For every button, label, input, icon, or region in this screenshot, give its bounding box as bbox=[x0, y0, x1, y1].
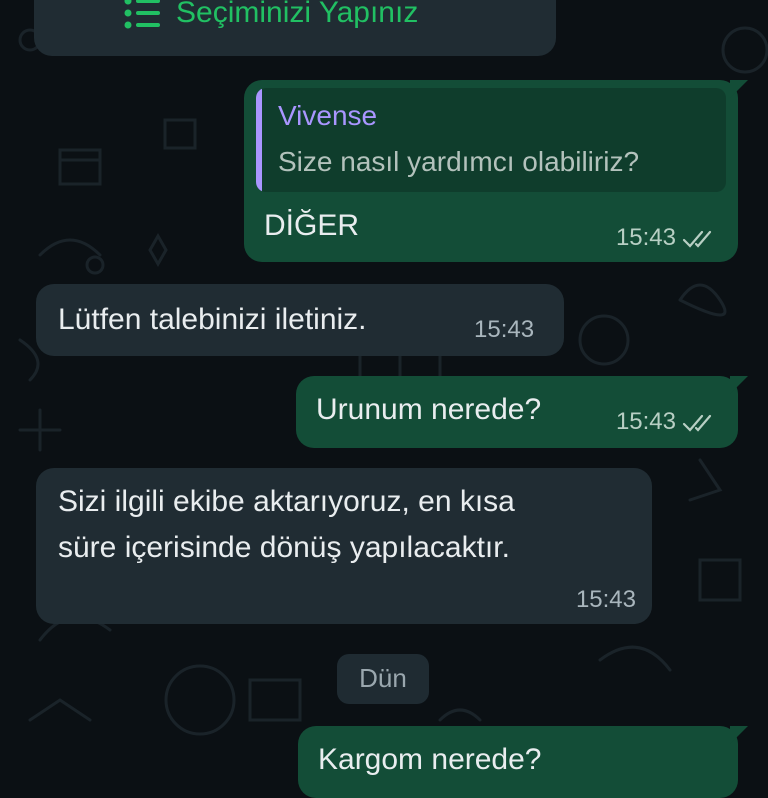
day-separator: Dün bbox=[337, 654, 429, 704]
message-text-line-2: süre içerisinde dönüş yapılacaktır. bbox=[58, 531, 510, 564]
selection-list-button[interactable]: Seçiminizi Yapınız bbox=[34, 0, 556, 56]
message-outgoing[interactable]: Kargom nerede? bbox=[298, 726, 748, 798]
quoted-message[interactable]: Vivense Size nasıl yardımcı olabiliriz? bbox=[256, 88, 726, 192]
read-ticks-icon bbox=[682, 230, 712, 248]
bubble-tail bbox=[730, 376, 748, 394]
message-time: 15:43 bbox=[616, 224, 716, 252]
message-outgoing[interactable]: Urunum nerede? 15:43 bbox=[296, 376, 748, 448]
message-text-line-1: Sizi ilgili ekibe aktarıyoruz, en kısa bbox=[58, 485, 515, 518]
message-incoming[interactable]: Lütfen talebinizi iletiniz. 15:43 bbox=[36, 284, 564, 356]
list-icon bbox=[124, 0, 160, 29]
bubble-tail bbox=[730, 80, 748, 98]
bubble-tail bbox=[730, 726, 748, 744]
message-time: 15:43 bbox=[616, 408, 716, 436]
message-text: Lütfen talebinizi iletiniz. bbox=[58, 303, 367, 336]
message-text: DİĞER bbox=[264, 209, 360, 242]
quote-text: Size nasıl yardımcı olabiliriz? bbox=[278, 146, 640, 177]
message-text: Kargom nerede? bbox=[318, 743, 542, 776]
message-time-label: 15:43 bbox=[615, 224, 676, 251]
read-ticks-icon bbox=[682, 414, 712, 432]
quote-sender-name: Vivense bbox=[278, 100, 378, 131]
message-time: 15:43 bbox=[575, 586, 636, 613]
message-outgoing-reply[interactable]: Vivense Size nasıl yardımcı olabiliriz? … bbox=[244, 80, 748, 262]
selection-list-label: Seçiminizi Yapınız bbox=[176, 0, 419, 29]
day-separator-label: Dün bbox=[359, 663, 407, 693]
message-incoming-multiline[interactable]: Sizi ilgili ekibe aktarıyoruz, en kısa s… bbox=[36, 468, 652, 624]
message-time-label: 15:43 bbox=[615, 408, 676, 435]
quote-accent-bar bbox=[256, 88, 262, 192]
message-text: Urunum nerede? bbox=[316, 393, 542, 426]
message-time: 15:43 bbox=[474, 316, 535, 343]
